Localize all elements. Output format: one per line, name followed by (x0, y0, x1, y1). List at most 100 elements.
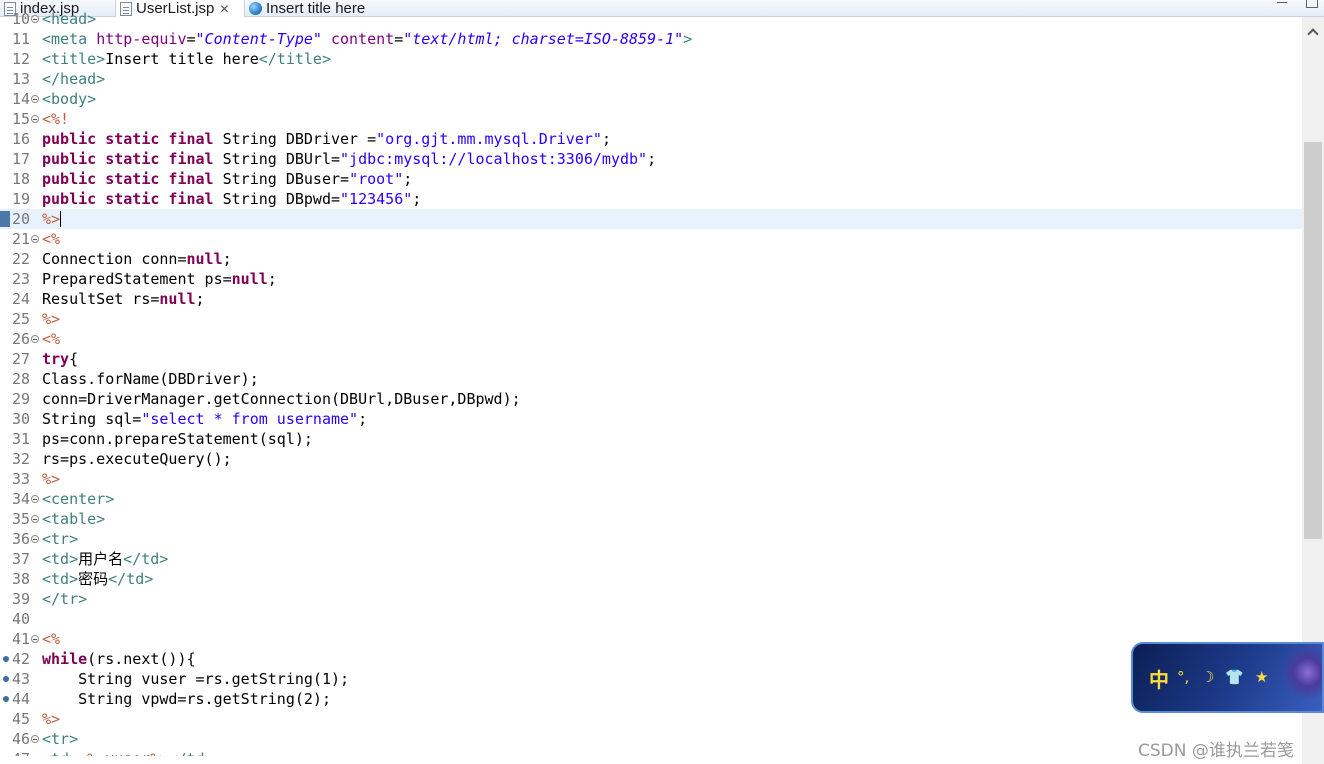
code-line[interactable]: 11 <meta http-equiv="Content-Type" conte… (0, 29, 1302, 49)
line-number: 12 (12, 50, 31, 68)
code-line[interactable]: 35 <table> (0, 509, 1302, 529)
fold-icon[interactable] (31, 535, 39, 543)
line-content: </tr> (42, 590, 88, 608)
line-content: <% (42, 330, 61, 348)
line-content: PreparedStatement ps=null; (42, 270, 277, 288)
code-line[interactable]: 26 <% (0, 329, 1302, 349)
code-line[interactable]: 39 </tr> (0, 589, 1302, 609)
line-content: <%! (42, 110, 70, 128)
code-line[interactable]: 30 String sql="select * from username"; (0, 409, 1302, 429)
code-line[interactable]: 31 ps=conn.prepareStatement(sql); (0, 429, 1302, 449)
code-line[interactable]: 37 <td>用户名</td> (0, 549, 1302, 569)
code-line[interactable]: 24 ResultSet rs=null; (0, 289, 1302, 309)
code-line[interactable]: 21 <% (0, 229, 1302, 249)
line-content: while(rs.next()){ (42, 650, 196, 668)
line-number: 34 (12, 490, 31, 508)
line-content: </head> (42, 70, 106, 88)
line-content: <table> (42, 510, 106, 528)
code-line[interactable]: 15 <%! (0, 109, 1302, 129)
scrollbar-thumb[interactable] (1304, 142, 1322, 539)
line-content: <% (42, 630, 61, 648)
line-number: 31 (12, 430, 31, 448)
code-line[interactable]: 14 <body> (0, 89, 1302, 109)
code-line[interactable]: 32 rs=ps.executeQuery(); (0, 449, 1302, 469)
code-line[interactable]: 45 %> (0, 709, 1302, 729)
marker-icon[interactable] (3, 656, 9, 662)
line-content: <tr> (42, 530, 79, 548)
ime-toolbar[interactable]: 中 °, ☽ 👕 ★ (1131, 642, 1324, 713)
line-content: Class.forName(DBDriver); (42, 370, 259, 388)
line-content: <body> (42, 90, 97, 108)
code-line[interactable]: 46 <tr> (0, 729, 1302, 749)
code-line[interactable]: 16 public static final String DBDriver =… (0, 129, 1302, 149)
ime-moon-icon[interactable]: ☽ (1201, 668, 1214, 686)
line-number: 45 (12, 710, 31, 728)
line-content: public static final String DBDriver ="or… (42, 130, 611, 148)
line-content: String vuser =rs.getString(1); (42, 670, 350, 688)
code-line[interactable]: 18 public static final String DBuser="ro… (0, 169, 1302, 189)
ime-mode-indicator[interactable]: 中 (1149, 664, 1169, 693)
code-line[interactable]: 33 %> (0, 469, 1302, 489)
code-line[interactable]: 40 (0, 609, 1302, 629)
line-content: public static final String DBpwd="123456… (42, 190, 422, 208)
code-line[interactable]: 13 </head> (0, 69, 1302, 89)
marker-icon[interactable] (3, 676, 9, 682)
minimize-icon[interactable] (1276, 0, 1288, 8)
code-line[interactable]: 22 Connection conn=null; (0, 249, 1302, 269)
line-number: 29 (12, 390, 31, 408)
fold-icon[interactable] (31, 335, 39, 343)
line-number: 42 (12, 650, 31, 668)
code-line[interactable]: 27 try{ (0, 349, 1302, 369)
ime-skin-icon[interactable]: 👕 (1225, 668, 1244, 686)
line-number: 20 (12, 210, 31, 228)
line-number: 39 (12, 590, 31, 608)
line-content: public static final String DBUrl="jdbc:m… (42, 150, 657, 168)
code-line[interactable]: 29 conn=DriverManager.getConnection(DBUr… (0, 389, 1302, 409)
code-line[interactable]: 44 String vpwd=rs.getString(2); (0, 689, 1302, 709)
fold-icon[interactable] (31, 515, 39, 523)
line-number: 41 (12, 630, 31, 648)
fold-icon[interactable] (31, 635, 39, 643)
line-number: 10 (12, 10, 31, 28)
fold-icon[interactable] (31, 15, 39, 23)
ime-star-icon[interactable]: ★ (1255, 668, 1268, 686)
code-line[interactable]: 19 public static final String DBpwd="123… (0, 189, 1302, 209)
line-number: 32 (12, 450, 31, 468)
line-number: 28 (12, 370, 31, 388)
code-line[interactable]: 36 <tr> (0, 529, 1302, 549)
code-line[interactable]: 41 <% (0, 629, 1302, 649)
code-line[interactable]: 28 Class.forName(DBDriver); (0, 369, 1302, 389)
line-number: 23 (12, 270, 31, 288)
fold-icon[interactable] (31, 95, 39, 103)
line-content: <head> (42, 10, 97, 28)
code-line[interactable]: 34 <center> (0, 489, 1302, 509)
code-line[interactable]: 43 String vuser =rs.getString(1); (0, 669, 1302, 689)
code-line[interactable]: 38 <td>密码</td> (0, 569, 1302, 589)
code-line[interactable]: 12 <title>Insert title here</title> (0, 49, 1302, 69)
maximize-icon[interactable] (1306, 0, 1318, 8)
line-content: conn=DriverManager.getConnection(DBUrl,D… (42, 390, 521, 408)
code-line[interactable]: 10 <head> (0, 9, 1302, 29)
line-number: 15 (12, 110, 31, 128)
code-line[interactable]: 25 %> (0, 309, 1302, 329)
fold-icon[interactable] (31, 495, 39, 503)
marker-icon[interactable] (3, 696, 9, 702)
code-line[interactable]: 42 while(rs.next()){ (0, 649, 1302, 669)
scroll-up-icon[interactable] (1307, 27, 1319, 39)
line-number: 36 (12, 530, 31, 548)
ime-punctuation-icon[interactable]: °, (1177, 668, 1189, 686)
line-number: 40 (12, 610, 31, 628)
line-number: 14 (12, 90, 31, 108)
line-number: 38 (12, 570, 31, 588)
code-line-current[interactable]: 20 %> (0, 209, 1302, 229)
fold-icon[interactable] (31, 115, 39, 123)
ime-decoration-image (1285, 646, 1322, 711)
code-editor[interactable]: 10 <head> 11 <meta http-equiv="Content-T… (0, 9, 1302, 756)
line-content: <center> (42, 490, 115, 508)
code-line[interactable]: 47 <td><%=vuser%></td> (0, 749, 1302, 756)
code-line[interactable]: 17 public static final String DBUrl="jdb… (0, 149, 1302, 169)
line-content: <td>密码</td> (42, 570, 154, 588)
fold-icon[interactable] (31, 735, 39, 743)
code-line[interactable]: 23 PreparedStatement ps=null; (0, 269, 1302, 289)
fold-icon[interactable] (31, 235, 39, 243)
